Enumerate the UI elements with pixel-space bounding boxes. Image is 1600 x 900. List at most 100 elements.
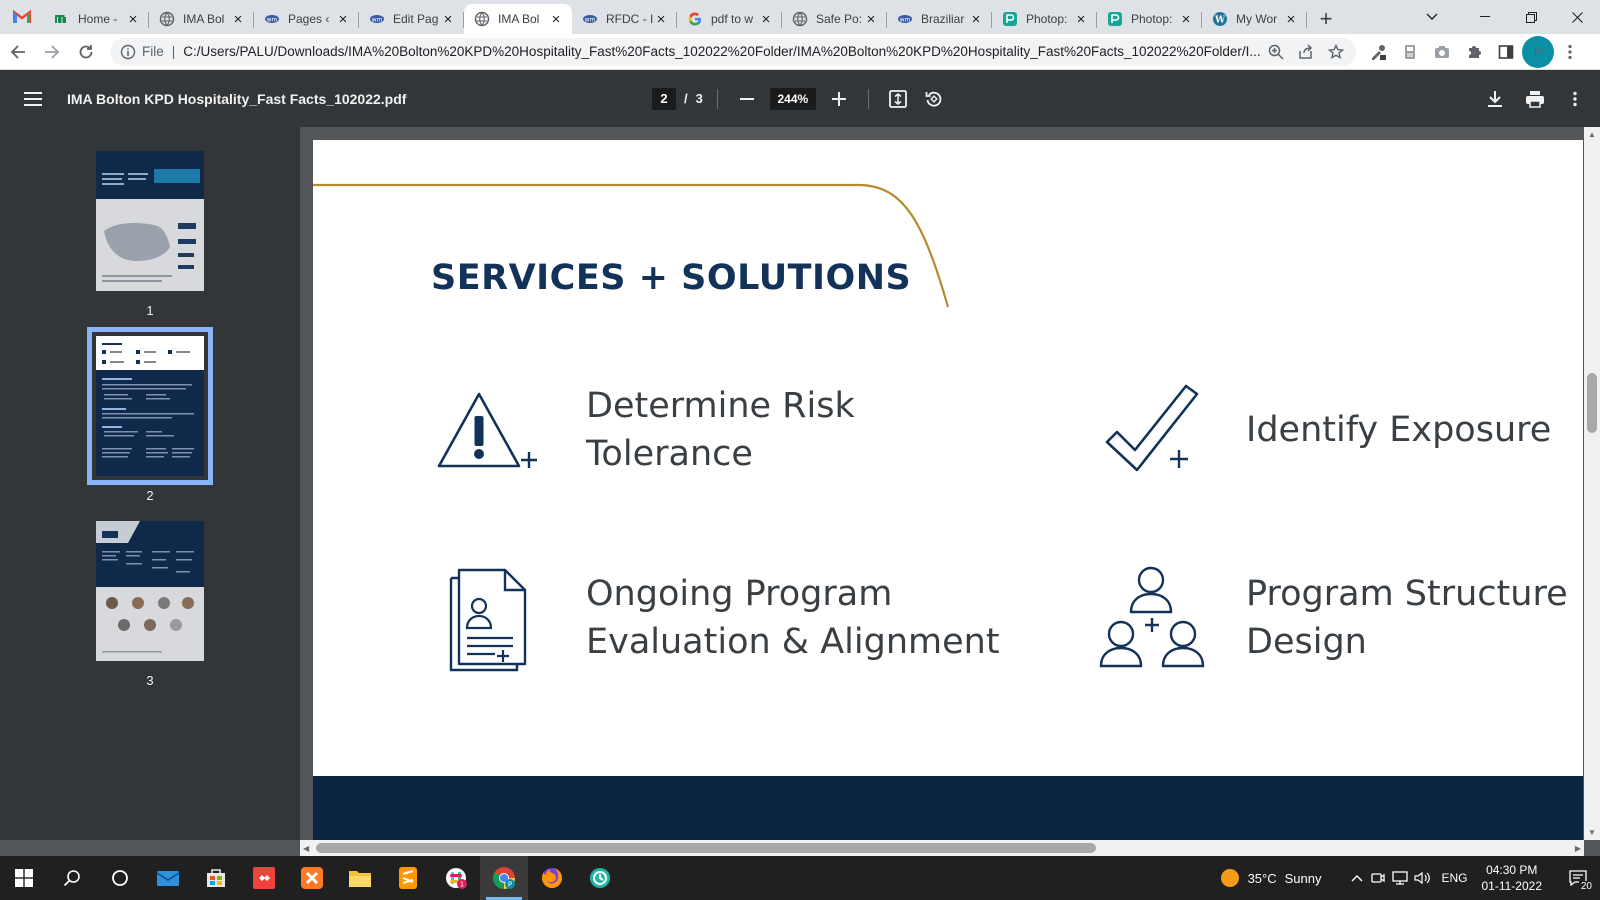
zoom-out-button[interactable] <box>732 84 762 114</box>
reload-button[interactable] <box>70 36 102 68</box>
tab-title: IMA Bol <box>498 12 540 26</box>
minimize-button[interactable] <box>1462 0 1508 34</box>
tab-photopea-1[interactable]: Photop: × <box>992 4 1097 34</box>
document-viewport[interactable]: SERVICES + SOLUTIONS Determine Risk Tole… <box>300 127 1600 840</box>
scroll-down-arrow-icon[interactable]: ▼ <box>1588 828 1596 837</box>
start-button[interactable] <box>0 856 48 900</box>
people-group-icon <box>1099 566 1205 668</box>
meet-now-button[interactable] <box>1367 871 1389 885</box>
close-icon[interactable]: × <box>863 11 879 28</box>
close-icon[interactable]: × <box>1178 11 1194 28</box>
input-language[interactable]: ENG <box>1441 871 1467 885</box>
horizontal-scrollbar[interactable]: ◀ ▶ <box>300 840 1584 856</box>
service-title-line-2: Design <box>1246 622 1367 662</box>
close-icon[interactable]: × <box>968 11 984 28</box>
close-icon[interactable]: × <box>653 11 669 28</box>
thumbnail-page-2[interactable]: 2 <box>87 327 213 503</box>
taskbar-xampp[interactable] <box>288 856 336 900</box>
tab-home[interactable]: Home - × <box>44 4 149 34</box>
share-icon <box>1299 43 1313 59</box>
rotate-button[interactable] <box>919 84 949 114</box>
pinned-tab-gmail[interactable] <box>0 0 44 34</box>
close-icon[interactable]: × <box>440 11 456 28</box>
close-icon[interactable]: × <box>230 11 246 28</box>
extension-screenshot-button[interactable] <box>1426 36 1458 68</box>
taskbar-store[interactable] <box>192 856 240 900</box>
tab-edit-page[interactable]: wm Edit Pag × <box>359 4 464 34</box>
extensions-button[interactable] <box>1458 36 1490 68</box>
close-window-button[interactable] <box>1554 0 1600 34</box>
tab-brazilian[interactable]: wm Braziliar × <box>887 4 992 34</box>
close-icon[interactable]: × <box>1283 11 1299 28</box>
system-clock[interactable]: 04:30 PM 01-11-2022 <box>1482 862 1543 894</box>
globe-icon <box>474 11 490 27</box>
bookmark-button[interactable] <box>1324 40 1348 64</box>
notification-center-button[interactable]: 20 <box>1556 870 1600 892</box>
scroll-up-arrow-icon[interactable]: ▲ <box>1588 130 1596 139</box>
more-options-button[interactable] <box>1560 84 1590 114</box>
tab-ima-bolton-1[interactable]: IMA Bol × <box>149 4 254 34</box>
address-bar[interactable]: File | C:/Users/PALU/Downloads/IMA%20Bol… <box>110 37 1356 66</box>
taskbar-anydesk[interactable] <box>240 856 288 900</box>
taskbar-clock-app[interactable] <box>576 856 624 900</box>
zoom-indicator-button[interactable] <box>1264 40 1288 64</box>
tab-search-button[interactable] <box>1402 0 1462 34</box>
side-panel-button[interactable] <box>1490 36 1522 68</box>
extension-save-button[interactable] <box>1394 36 1426 68</box>
forward-button[interactable] <box>36 36 68 68</box>
horizontal-scroll-thumb[interactable] <box>316 843 1096 853</box>
close-icon[interactable]: × <box>548 11 564 28</box>
zoom-level-input[interactable]: 244% <box>769 87 816 110</box>
weather-widget[interactable]: 35°C Sunny <box>1220 868 1321 888</box>
taskbar-firefox[interactable] <box>528 856 576 900</box>
taskbar-sublime-text[interactable] <box>384 856 432 900</box>
tab-photopea-2[interactable]: Photop: × <box>1097 4 1202 34</box>
svg-text:wm: wm <box>585 17 596 24</box>
taskbar-mail[interactable] <box>144 856 192 900</box>
vertical-scroll-thumb[interactable] <box>1587 373 1597 433</box>
tab-strip: Home - × IMA Bol × wm Pages ‹ × wm Edit … <box>0 0 1600 34</box>
sidebar-toggle-button[interactable] <box>16 82 50 116</box>
url-text[interactable]: C:/Users/PALU/Downloads/IMA%20Bolton%20K… <box>183 44 1264 59</box>
thumbnail-page-3[interactable]: 3 <box>96 521 204 688</box>
tab-safe-point[interactable]: Safe Po: × <box>782 4 887 34</box>
info-icon[interactable] <box>120 44 136 60</box>
svg-text:wm: wm <box>267 17 278 24</box>
tab-my-wordpress[interactable]: W My Wor × <box>1202 4 1307 34</box>
close-icon[interactable]: × <box>1073 11 1089 28</box>
fit-to-page-button[interactable] <box>883 84 913 114</box>
close-icon[interactable]: × <box>335 11 351 28</box>
restore-button[interactable] <box>1508 0 1554 34</box>
taskbar-slack[interactable]: 1 <box>432 856 480 900</box>
scroll-left-arrow-icon[interactable]: ◀ <box>303 844 309 853</box>
extension-eyedropper-button[interactable] <box>1362 36 1394 68</box>
print-button[interactable] <box>1520 84 1550 114</box>
tab-pdf-to-word[interactable]: pdf to w × <box>677 4 782 34</box>
scroll-right-arrow-icon[interactable]: ▶ <box>1575 844 1581 853</box>
share-button[interactable] <box>1294 40 1318 64</box>
close-icon[interactable]: × <box>758 11 774 28</box>
profile-button[interactable]: P <box>1522 35 1554 68</box>
zoom-in-button[interactable] <box>824 84 854 114</box>
back-button[interactable] <box>2 36 34 68</box>
tab-pages[interactable]: wm Pages ‹ × <box>254 4 359 34</box>
tab-title: Pages ‹ <box>288 12 330 26</box>
tab-rfdc[interactable]: wm RFDC - I × <box>572 4 677 34</box>
vertical-scrollbar[interactable]: ▲ ▼ <box>1584 127 1600 840</box>
search-button[interactable] <box>48 856 96 900</box>
tab-title: RFDC - I <box>606 12 653 26</box>
show-hidden-icons-button[interactable] <box>1347 874 1367 882</box>
volume-button[interactable] <box>1411 871 1433 885</box>
thumbnail-page-1[interactable]: 1 <box>96 151 204 318</box>
network-icon <box>1392 871 1409 885</box>
close-icon[interactable]: × <box>125 11 141 28</box>
new-tab-button[interactable]: + <box>1311 4 1341 34</box>
taskbar-file-explorer[interactable] <box>336 856 384 900</box>
network-button[interactable] <box>1389 871 1411 885</box>
download-button[interactable] <box>1480 84 1510 114</box>
tab-ima-bolton-active[interactable]: IMA Bol × <box>464 4 572 34</box>
browser-menu-button[interactable] <box>1554 36 1586 68</box>
taskbar-chrome[interactable]: P <box>480 856 528 900</box>
page-number-input[interactable]: 2 <box>652 87 676 110</box>
task-view-button[interactable] <box>96 856 144 900</box>
